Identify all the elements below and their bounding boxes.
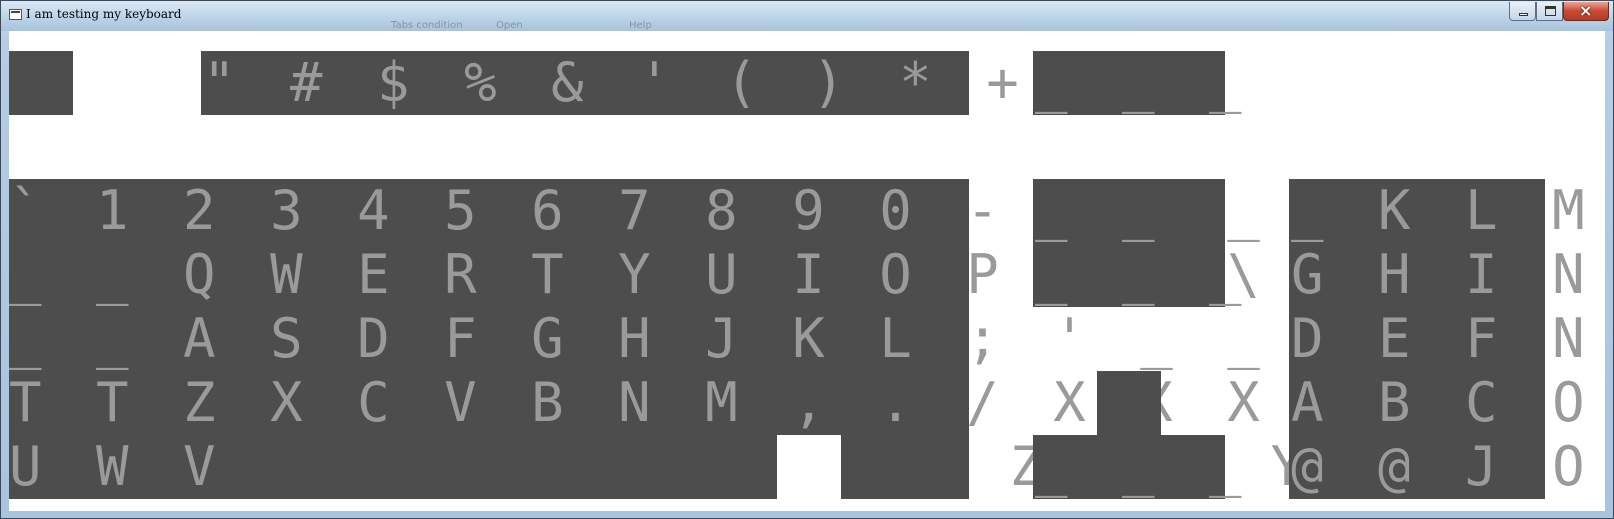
- minimize-button[interactable]: [1509, 2, 1536, 21]
- close-button[interactable]: ×: [1563, 1, 1609, 21]
- main-row-asdf: _ _ A S D F G H J K L ; ' _ _: [9, 307, 1271, 370]
- title-bar[interactable]: I am testing my keyboard Tabs condition …: [1, 1, 1613, 31]
- window-title: I am testing my keyboard: [26, 7, 182, 21]
- arrow-bottom-label: _ _ _: [1035, 435, 1253, 498]
- numpad-row-2: G H I N: [1291, 243, 1596, 306]
- arrow-bottom-row[interactable]: _ _ _: [1033, 435, 1242, 499]
- arrow-up-key[interactable]: [1097, 371, 1161, 435]
- symbol-row-block[interactable]: " # $ % & ' ( ) * + , -: [201, 51, 1193, 115]
- ghost-menu-text: Tabs condition: [391, 20, 463, 31]
- nav-keys-block[interactable]: _ _ _ _ _: [1033, 179, 1242, 307]
- ghost-menu-text: Help: [629, 20, 652, 31]
- numpad-row-4: A B C O: [1291, 371, 1596, 434]
- escape-key-block[interactable]: [9, 51, 73, 115]
- numpad-row-1: _ K L M: [1291, 179, 1596, 242]
- maximize-button[interactable]: [1536, 2, 1563, 21]
- keyboard-canvas: " # $ % & ' ( ) * + , - _ _ _ ` 1 2 3 4 …: [9, 31, 1605, 511]
- numpad-block[interactable]: _ K L M G H I N D E F N A B C O @ @ J O: [1289, 179, 1585, 499]
- function-right-block[interactable]: _ _ _: [1033, 51, 1242, 115]
- numpad-row-5: @ @ J O: [1291, 435, 1596, 498]
- close-icon: ×: [1579, 1, 1593, 20]
- nav-row-2: _ _ _: [1035, 243, 1253, 306]
- nav-row-1: _ _: [1035, 179, 1166, 242]
- maximize-icon: [1545, 6, 1556, 16]
- function-right-label: _ _ _: [1035, 51, 1253, 114]
- numpad-row-3: D E F N: [1291, 307, 1596, 370]
- app-icon[interactable]: [9, 9, 22, 20]
- ghost-menu-text: Open: [496, 20, 523, 31]
- app-window: I am testing my keyboard Tabs condition …: [0, 0, 1614, 519]
- main-row-zxcv: T T Z X C V B N M , . / X X X: [9, 371, 1271, 434]
- minimize-icon: [1519, 13, 1528, 16]
